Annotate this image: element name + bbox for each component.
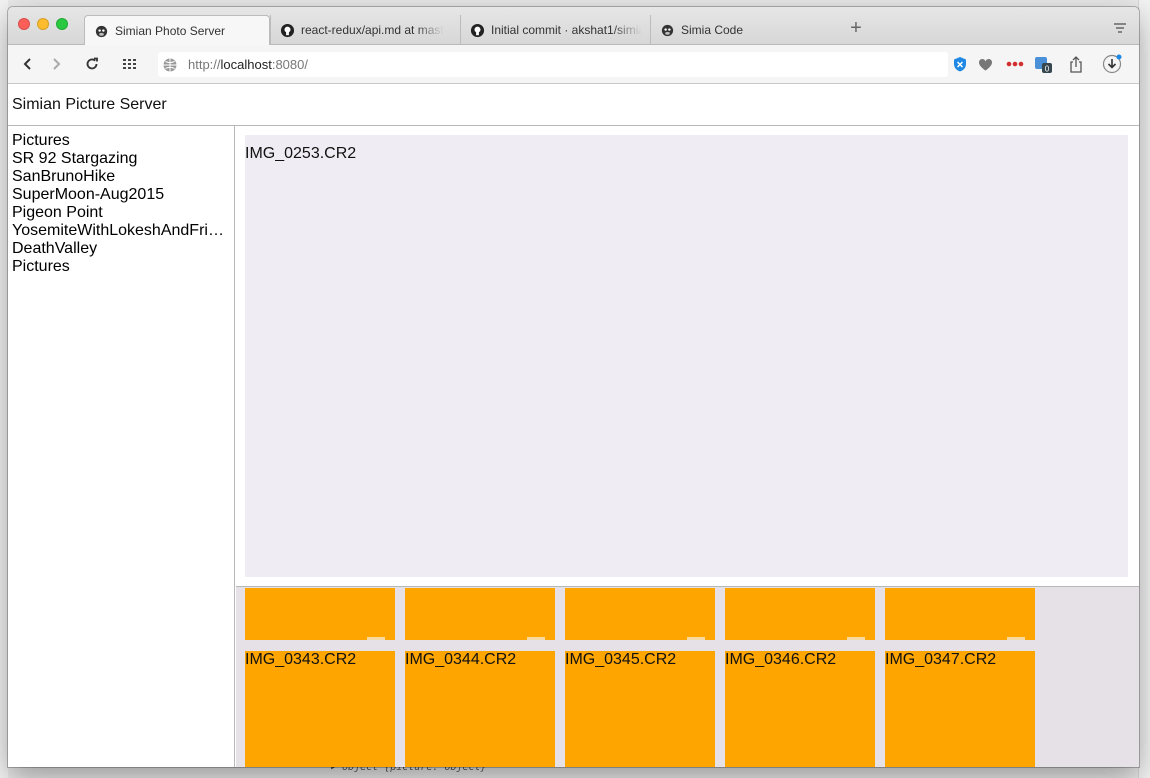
thumbnail-filename: IMG_0343.CR2 xyxy=(245,651,357,668)
minimize-window-button[interactable] xyxy=(37,18,49,30)
tab-label: Simia Code xyxy=(681,23,744,37)
folder-item[interactable]: SR 92 Stargazing xyxy=(8,150,226,168)
thumbnail-filename: IMG_0347.CR2 xyxy=(885,651,997,668)
address-bar[interactable]: http://localhost:8080/ xyxy=(158,52,948,77)
thumbnail-notch xyxy=(367,637,385,640)
chevron-right-icon xyxy=(53,58,61,70)
new-tab-button[interactable]: + xyxy=(846,18,866,39)
folder-item[interactable]: SanBrunoHike xyxy=(8,168,226,186)
page-title: Simian Picture Server xyxy=(8,85,1139,126)
url-text: http://localhost:8080/ xyxy=(188,57,308,72)
shield-icon[interactable] xyxy=(951,55,969,73)
tab-label: Initial commit · akshat1/simia xyxy=(491,23,642,37)
thumbnail-notch xyxy=(687,637,705,640)
top-sites-button[interactable] xyxy=(118,53,142,75)
globe-icon xyxy=(162,57,178,73)
tab-list-icon[interactable] xyxy=(1113,21,1127,33)
thumbnail-top-row[interactable] xyxy=(565,588,715,640)
maximize-window-button[interactable] xyxy=(56,18,68,30)
close-window-button[interactable] xyxy=(18,18,30,30)
main-content: IMG_0253.CR2 IMG_0343.CR2 IMG_0344.CR2 I… xyxy=(236,126,1139,767)
thumbnail-top-row[interactable] xyxy=(405,588,555,640)
folder-item[interactable]: Pictures xyxy=(8,132,226,150)
download-icon[interactable] xyxy=(1102,54,1122,74)
reload-icon xyxy=(86,57,98,70)
more-dots-icon[interactable] xyxy=(1006,55,1024,73)
grid-icon xyxy=(123,59,136,69)
thumbnail-notch xyxy=(527,637,545,640)
thumbnail-strip[interactable]: IMG_0343.CR2 IMG_0344.CR2 IMG_0345.CR2 I… xyxy=(236,586,1139,767)
thumbnail-filename: IMG_0346.CR2 xyxy=(725,651,837,668)
svg-text:0: 0 xyxy=(1045,65,1050,74)
reload-button[interactable] xyxy=(80,53,104,75)
tab-label: Simian Photo Server xyxy=(115,24,226,38)
picture-preview[interactable]: IMG_0253.CR2 xyxy=(245,135,1128,577)
thumbnail-top-row[interactable] xyxy=(725,588,875,640)
folder-item[interactable]: Pigeon Point xyxy=(8,204,226,222)
thumbnail-notch xyxy=(1007,637,1025,640)
background-edge-left xyxy=(0,0,8,778)
monkey-icon xyxy=(93,23,109,39)
github-icon xyxy=(469,22,485,38)
navigation-bar: http://localhost:8080/ 0 xyxy=(8,45,1139,84)
folder-item[interactable]: YosemiteWithLokeshAndFriends xyxy=(8,222,226,240)
thumbnail[interactable]: IMG_0346.CR2 xyxy=(725,651,875,767)
heart-icon[interactable] xyxy=(976,55,994,73)
preview-filename: IMG_0253.CR2 xyxy=(245,145,357,162)
monkey-icon xyxy=(659,22,675,38)
folder-item[interactable]: Pictures xyxy=(8,258,226,276)
back-button[interactable] xyxy=(16,53,40,75)
background-edge-right xyxy=(1138,0,1150,778)
folder-item[interactable]: SuperMoon-Aug2015 xyxy=(8,186,226,204)
extension-badge-icon[interactable]: 0 xyxy=(1033,55,1053,73)
thumbnail[interactable]: IMG_0345.CR2 xyxy=(565,651,715,767)
chevron-left-icon xyxy=(23,58,31,70)
window-controls xyxy=(18,18,68,30)
browser-window: Simian Photo Server react-redux/api.md a… xyxy=(8,7,1139,767)
folder-item[interactable]: DeathValley xyxy=(8,240,226,258)
thumbnail-notch xyxy=(847,637,865,640)
thumbnail-filename: IMG_0345.CR2 xyxy=(565,651,677,668)
tab-simia-code[interactable]: Simia Code xyxy=(650,15,840,45)
tab-react-redux-api[interactable]: react-redux/api.md at mast xyxy=(270,15,460,45)
thumbnail[interactable]: IMG_0344.CR2 xyxy=(405,651,555,767)
folder-sidebar: Pictures SR 92 Stargazing SanBrunoHike S… xyxy=(8,126,235,767)
thumbnail-top-row[interactable] xyxy=(245,588,395,640)
tab-simian-photo-server[interactable]: Simian Photo Server xyxy=(84,15,270,46)
thumbnail[interactable]: IMG_0343.CR2 xyxy=(245,651,395,767)
web-page: Simian Picture Server Pictures SR 92 Sta… xyxy=(8,85,1139,767)
forward-button[interactable] xyxy=(44,53,68,75)
tab-label: react-redux/api.md at mast xyxy=(301,23,444,37)
github-icon xyxy=(279,22,295,38)
share-icon[interactable] xyxy=(1067,55,1085,73)
thumbnail[interactable]: IMG_0347.CR2 xyxy=(885,651,1035,767)
tab-initial-commit[interactable]: Initial commit · akshat1/simia xyxy=(460,15,650,45)
thumbnail-filename: IMG_0344.CR2 xyxy=(405,651,517,668)
thumbnail-top-row[interactable] xyxy=(885,588,1035,640)
tab-bar: Simian Photo Server react-redux/api.md a… xyxy=(8,7,1139,46)
